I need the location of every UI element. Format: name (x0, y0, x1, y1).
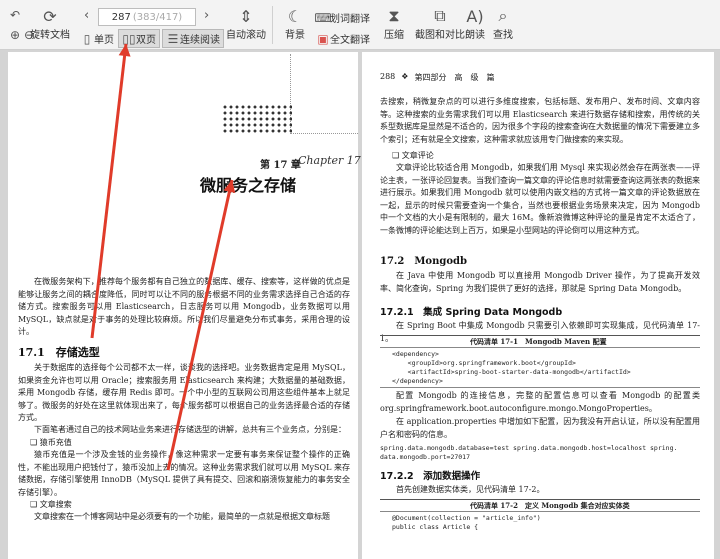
search-icon: ⌕ (498, 6, 508, 25)
section-17-2-para: 在 Java 中使用 Mongodb 可以直接用 Mongodb Driver … (380, 271, 700, 293)
read-aloud-label: 朗读 (465, 30, 485, 41)
divider (272, 6, 273, 44)
section-17-2-2-title: 17.2.2 添加数据操作 (380, 471, 481, 482)
translate-word-button[interactable]: ⌨ 划词翻译 (314, 10, 370, 26)
code1-bottom-rule (380, 387, 700, 388)
chapter-number: 第 17 章 (260, 160, 301, 171)
continuous-reading-button[interactable]: ☰ 连续阅读 (162, 29, 224, 48)
code1-block: <dependency> <groupId>org.springframewor… (392, 350, 631, 385)
page-current: 287 (111, 11, 131, 23)
find-label: 查找 (493, 30, 513, 41)
chapter-script: Chapter 17 (298, 154, 361, 167)
code2-top-rule (380, 499, 700, 500)
translate-full-label: 全文翻译 (330, 35, 370, 46)
auto-scroll-label: 自动滚动 (226, 30, 266, 41)
screenshot-compare-button[interactable]: ⧉ 截图和对比 (414, 6, 466, 41)
section-17-1-para1: 关于数据库的选择每个公司都不太一样，谈谈我的选择吧。业务数据肯定是用 MySQL… (18, 363, 350, 422)
section-17-1-title: 17.1 存储选型 (18, 346, 100, 359)
auto-scroll-icon: ⇕ (239, 6, 253, 26)
page-number: 288 (380, 72, 396, 81)
read-aloud-button[interactable]: A) 朗读 (462, 6, 488, 42)
continuous-label: 连续阅读 (180, 35, 220, 46)
part-label: 第四部分 高 级 篇 (414, 73, 495, 82)
bullet-article-search: ❑ 文章搜索 (30, 500, 72, 509)
continuous-icon: ☰ (167, 31, 179, 46)
double-page-icon: ▯▯ (122, 31, 136, 46)
code2-mid-rule (380, 511, 700, 512)
rotate-document-button[interactable]: ⟳ 旋转文档 (30, 6, 70, 42)
chapter-title: 微服务之存储 (200, 176, 297, 195)
intro-paragraph: 在微服务架构下，推荐每个服务都有自己独立的数据库、缓存、搜索等，这样做的优点是能… (18, 277, 350, 336)
article-search-text: 文章搜索在一个博客网站中是必须要有的一个功能，最简单的一点就是根据文章标题 (34, 512, 330, 521)
code1-mid-rule (380, 347, 700, 348)
code3-block: @Document(collection = "article_info") p… (392, 514, 541, 531)
chapter-decoration (290, 54, 358, 134)
translate-word-icon: ⌨ (314, 10, 332, 25)
compress-button[interactable]: ⧗ 压缩 (380, 6, 408, 41)
rotate-icon: ⟳ (43, 6, 57, 26)
right-para1: 去搜索，稍微复杂点的可以进行多维度搜索，包括标题、发布用户、发布时间、文章内容等… (380, 97, 700, 144)
rotate-label: 旋转文档 (30, 30, 70, 41)
prev-page-icon[interactable]: ‹ (84, 8, 89, 23)
next-page-icon[interactable]: › (204, 8, 209, 23)
back-icon[interactable]: ↶ (8, 8, 22, 22)
code1-top-rule (380, 335, 700, 336)
section-17-1-para2: 下面笔者通过自己的技术网站业务来进行存储选型的讲解，总共有三个业务点，分别是： (34, 425, 346, 434)
translate-full-button[interactable]: ▣ 全文翻译 (316, 31, 370, 47)
code2-caption: 代码清单 17-2 定义 Mongodb 集合对应实体类 (470, 501, 630, 510)
moon-icon: ☾ (287, 6, 303, 26)
speaker-icon: A) (466, 6, 484, 26)
section-17-2-1-title: 17.2.1 集成 Spring Data Mongodb (380, 307, 563, 318)
section-17-2-title: 17.2 Mongodb (380, 256, 468, 267)
translate-full-icon: ▣ (317, 31, 329, 46)
single-page-icon: ▯ (83, 31, 91, 46)
running-head: 288 ❖ 第四部分 高 级 篇 (380, 72, 494, 83)
right-para2: 文章评论比较适合用 Mongodb，如果我们用 Mysql 来实现必然会存在两张… (380, 163, 700, 235)
translate-word-label: 划词翻译 (330, 14, 370, 25)
double-page-label: 双页 (136, 35, 156, 46)
compress-icon: ⧗ (388, 6, 400, 25)
auto-scroll-button[interactable]: ⇕ 自动滚动 (224, 6, 268, 42)
background-button[interactable]: ☾ 背景 (280, 6, 310, 42)
page-total: (383/417) (132, 11, 183, 23)
single-page-label: 单页 (94, 35, 114, 46)
background-label: 背景 (285, 30, 305, 41)
screenshot-compare-label: 截图和对比 (415, 30, 465, 41)
zoom-in-icon[interactable]: ⊕ (8, 28, 22, 42)
single-page-button[interactable]: ▯ 单页 (80, 31, 114, 47)
coin-recharge-text: 猿币充值是一个涉及金钱的业务操作，像这种需求一定要有事务来保证整个操作的正确性，… (18, 450, 350, 497)
section-17-2-2-para: 首先创建数据实体类，见代码清单 17-2。 (396, 485, 545, 494)
compress-label: 压缩 (384, 30, 404, 41)
bullet-article-comment: ❑ 文章评论 (392, 151, 434, 160)
section-17-2-1-para2: 配置 Mongodb 的连接信息，完整的配置信息可以查看 Mongodb 的配置… (380, 391, 700, 413)
section-17-2-1-para3: 在 application.properties 中增加如下配置，因为我没有开启… (380, 417, 700, 439)
toolbar: ↶ ⊕ ⊖ ⟳ 旋转文档 ‹ 287 (383/417) › ▯ 单页 ▯▯ 双… (0, 0, 720, 50)
chapter-dot-pattern (222, 104, 292, 134)
bullet-coin-recharge: ❑ 猿币充值 (30, 438, 72, 447)
page-number-input[interactable]: 287 (383/417) (98, 8, 196, 26)
code2-block: spring.data.mongodb.database=test spring… (380, 444, 678, 461)
diamond-icon: ❖ (401, 72, 409, 81)
code1-caption: 代码清单 17-1 Mongodb Maven 配置 (470, 337, 607, 346)
screenshot-icon: ⧉ (434, 6, 446, 25)
double-page-button[interactable]: ▯▯ 双页 (118, 29, 160, 48)
find-button[interactable]: ⌕ 查找 (490, 6, 516, 41)
